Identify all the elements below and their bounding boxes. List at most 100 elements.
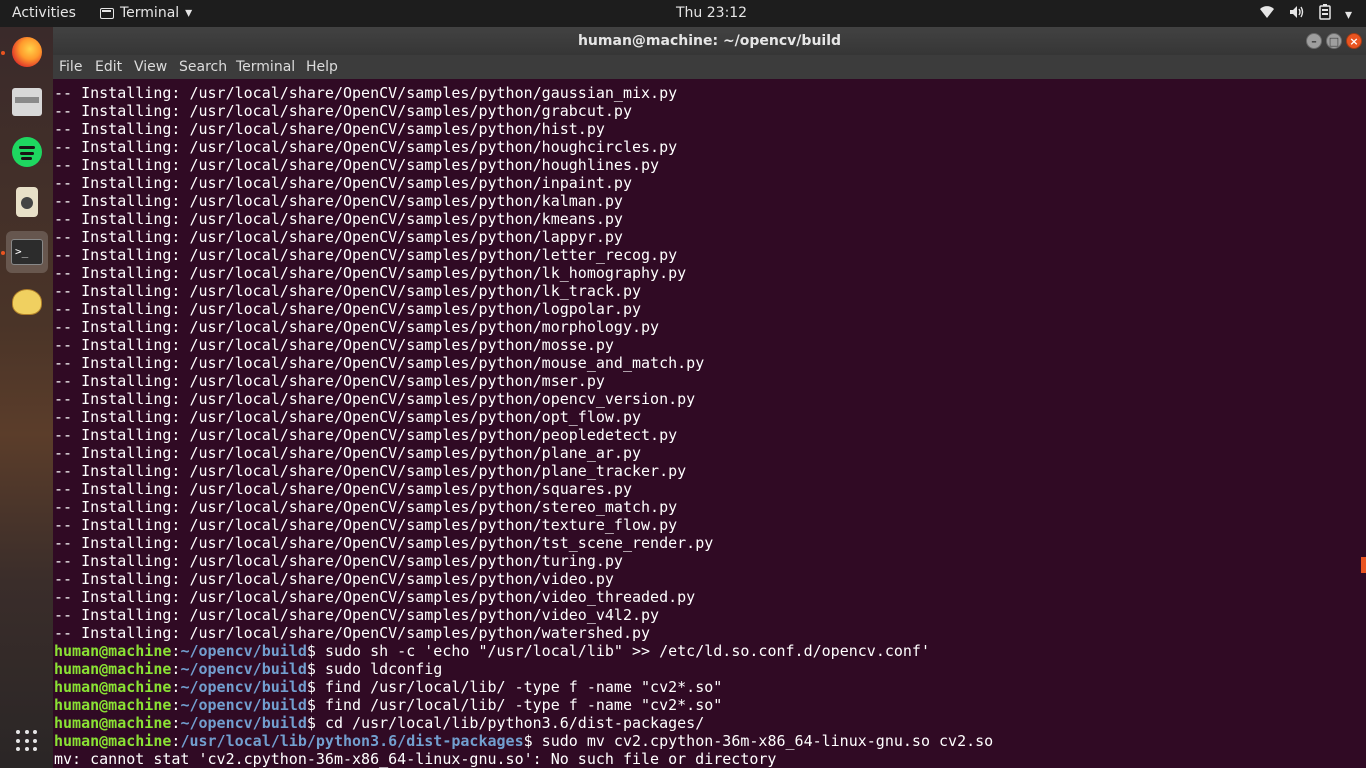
install-filename: mser.py [541,372,605,390]
menu-help[interactable]: Help [306,59,338,75]
install-prefix: -- Installing: /usr/local/share/OpenCV/s… [54,300,542,318]
menu-file[interactable]: File [59,59,82,75]
speaker-icon [16,187,38,217]
install-line: -- Installing: /usr/local/share/OpenCV/s… [54,624,993,642]
install-filename: texture_flow.py [541,516,678,534]
install-line: -- Installing: /usr/local/share/OpenCV/s… [54,552,993,570]
dock-item-speaker-app[interactable] [6,181,48,223]
install-prefix: -- Installing: /usr/local/share/OpenCV/s… [54,534,542,552]
install-prefix: -- Installing: /usr/local/share/OpenCV/s… [54,390,542,408]
scrollbar-indicator[interactable] [1361,557,1366,573]
prompt-path: ~/opencv/build [180,678,307,696]
command-text: find /usr/local/lib/ -type f -name "cv2*… [324,678,723,696]
install-filename: mouse_and_match.py [541,354,705,372]
window-titlebar[interactable]: human@machine: ~/opencv/build – □ × [53,27,1366,55]
install-prefix: -- Installing: /usr/local/share/OpenCV/s… [54,84,542,102]
install-prefix: -- Installing: /usr/local/share/OpenCV/s… [54,426,542,444]
close-button[interactable]: × [1346,33,1362,49]
install-prefix: -- Installing: /usr/local/share/OpenCV/s… [54,210,542,228]
dock-item-teapot-app[interactable] [6,281,48,323]
install-prefix: -- Installing: /usr/local/share/OpenCV/s… [54,174,542,192]
error-line: mv: cannot stat 'cv2.cpython-36m-x86_64-… [54,750,777,768]
battery-icon[interactable] [1319,4,1331,25]
show-applications-button[interactable] [6,720,48,762]
install-filename: inpaint.py [541,174,632,192]
dock-item-terminal[interactable]: >_ [6,231,48,273]
install-prefix: -- Installing: /usr/local/share/OpenCV/s… [54,120,542,138]
install-prefix: -- Installing: /usr/local/share/OpenCV/s… [54,336,542,354]
command-line: human@machine:~/opencv/build$ sudo sh -c… [54,642,993,660]
terminal-output[interactable]: -- Installing: /usr/local/share/OpenCV/s… [53,79,1360,768]
prompt-symbol: $ [523,732,542,750]
prompt-symbol: $ [306,660,325,678]
install-filename: tst_scene_render.py [541,534,714,552]
install-line: -- Installing: /usr/local/share/OpenCV/s… [54,516,993,534]
install-line: -- Installing: /usr/local/share/OpenCV/s… [54,264,993,282]
install-line: -- Installing: /usr/local/share/OpenCV/s… [54,570,993,588]
system-tray[interactable]: ▾ [1259,4,1352,25]
chevron-down-icon: ▾ [185,5,193,21]
install-filename: gaussian_mix.py [541,84,678,102]
install-filename: watershed.py [541,624,651,642]
install-filename: video_threaded.py [541,588,696,606]
clock[interactable]: Thu 23:12 [676,5,747,21]
install-prefix: -- Installing: /usr/local/share/OpenCV/s… [54,408,542,426]
menu-terminal[interactable]: Terminal [236,59,295,75]
top-panel: Activities Terminal ▾ Thu 23:12 ▾ [0,0,1366,27]
install-line: -- Installing: /usr/local/share/OpenCV/s… [54,480,993,498]
install-line: -- Installing: /usr/local/share/OpenCV/s… [54,120,993,138]
prompt-user-host: human@machine [54,660,172,678]
install-line: -- Installing: /usr/local/share/OpenCV/s… [54,156,993,174]
install-line: -- Installing: /usr/local/share/OpenCV/s… [54,336,993,354]
command-text: sudo ldconfig [324,660,443,678]
command-text: cd /usr/local/lib/python3.6/dist-package… [324,714,705,732]
install-line: -- Installing: /usr/local/share/OpenCV/s… [54,354,993,372]
command-text: find /usr/local/lib/ -type f -name "cv2*… [324,696,723,714]
install-prefix: -- Installing: /usr/local/share/OpenCV/s… [54,318,542,336]
terminal-icon [100,7,114,19]
install-prefix: -- Installing: /usr/local/share/OpenCV/s… [54,264,542,282]
install-filename: houghcircles.py [541,138,678,156]
install-filename: houghlines.py [541,156,660,174]
dock: >_ [0,27,53,768]
install-prefix: -- Installing: /usr/local/share/OpenCV/s… [54,624,542,642]
chevron-down-icon[interactable]: ▾ [1345,6,1352,24]
install-line: -- Installing: /usr/local/share/OpenCV/s… [54,588,993,606]
install-prefix: -- Installing: /usr/local/share/OpenCV/s… [54,354,542,372]
minimize-button[interactable]: – [1306,33,1322,49]
install-line: -- Installing: /usr/local/share/OpenCV/s… [54,174,993,192]
install-filename: lappyr.py [541,228,623,246]
activities-button[interactable]: Activities [12,5,76,21]
dock-item-files[interactable] [6,81,48,123]
running-indicator [1,51,5,55]
menu-edit[interactable]: Edit [95,59,122,75]
install-filename: lk_track.py [541,282,642,300]
prompt-user-host: human@machine [54,732,172,750]
prompt-user-host: human@machine [54,642,172,660]
install-line: -- Installing: /usr/local/share/OpenCV/s… [54,102,993,120]
dock-item-firefox[interactable] [6,31,48,73]
terminal-window: human@machine: ~/opencv/build – □ × File… [53,27,1366,768]
maximize-button[interactable]: □ [1326,33,1342,49]
install-line: -- Installing: /usr/local/share/OpenCV/s… [54,372,993,390]
volume-icon[interactable] [1289,5,1305,24]
prompt-user-host: human@machine [54,678,172,696]
wifi-icon[interactable] [1259,5,1275,24]
install-prefix: -- Installing: /usr/local/share/OpenCV/s… [54,588,542,606]
prompt-user-host: human@machine [54,696,172,714]
app-grid-icon [16,730,38,752]
install-filename: video.py [541,570,614,588]
command-text: sudo mv cv2.cpython-36m-x86_64-linux-gnu… [541,732,994,750]
menu-search[interactable]: Search [179,59,227,75]
install-prefix: -- Installing: /usr/local/share/OpenCV/s… [54,444,542,462]
install-line: -- Installing: /usr/local/share/OpenCV/s… [54,408,993,426]
app-menu[interactable]: Terminal ▾ [100,5,192,21]
install-line: -- Installing: /usr/local/share/OpenCV/s… [54,228,993,246]
install-line: -- Installing: /usr/local/share/OpenCV/s… [54,138,993,156]
install-prefix: -- Installing: /usr/local/share/OpenCV/s… [54,192,542,210]
terminal-icon: >_ [11,239,43,265]
menu-view[interactable]: View [134,59,167,75]
install-line: -- Installing: /usr/local/share/OpenCV/s… [54,462,993,480]
dock-item-spotify[interactable] [6,131,48,173]
install-filename: hist.py [541,120,605,138]
